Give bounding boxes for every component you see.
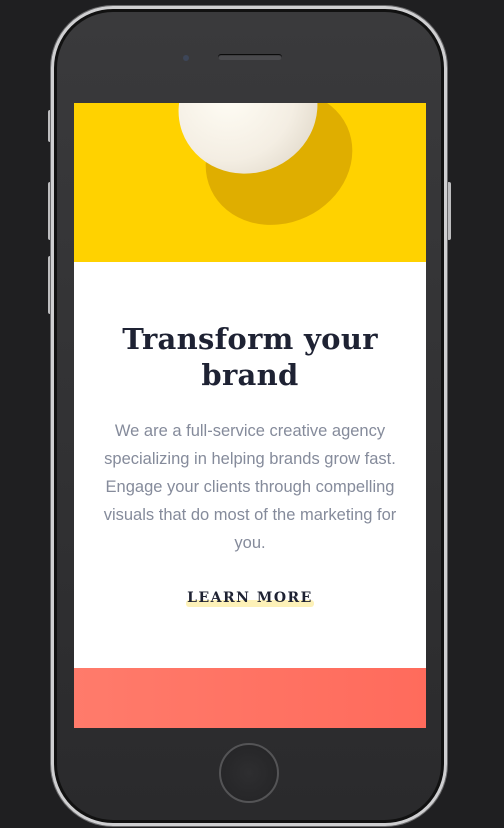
- learn-more-link[interactable]: LEARN MORE: [184, 587, 316, 611]
- next-section-banner: [74, 668, 426, 728]
- phone-screen: Transform your brand We are a full-servi…: [74, 103, 426, 728]
- front-camera-icon: [183, 55, 189, 61]
- hero-image: [74, 103, 426, 262]
- home-button[interactable]: [219, 743, 279, 803]
- earpiece-speaker: [218, 54, 282, 60]
- learn-more-label: LEARN MORE: [187, 590, 313, 606]
- description-text: We are a full-service creative agency sp…: [103, 422, 397, 552]
- page-title: Transform your brand: [122, 322, 378, 392]
- power-button: [447, 182, 451, 240]
